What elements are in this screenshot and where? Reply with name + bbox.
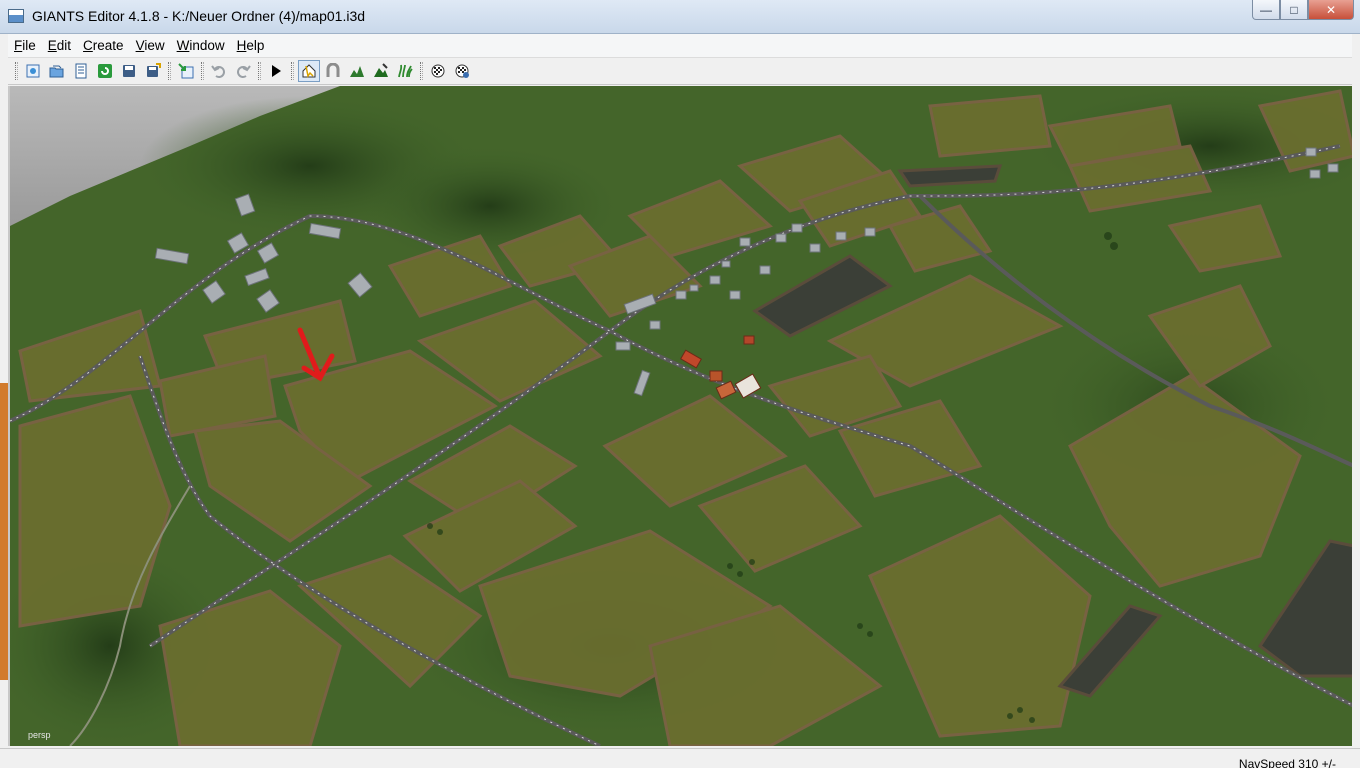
play-icon <box>272 65 281 77</box>
settings-button[interactable] <box>451 60 473 82</box>
menu-file[interactable]: File <box>8 34 42 58</box>
select-tool-icon <box>302 64 316 78</box>
menu-view[interactable]: View <box>130 34 171 58</box>
toolbar-grip[interactable] <box>258 62 261 80</box>
main-toolbar <box>8 58 1352 85</box>
new-scene-icon <box>26 64 40 78</box>
save-as-button[interactable] <box>142 60 164 82</box>
save-button[interactable] <box>118 60 140 82</box>
save-icon <box>123 65 135 77</box>
particle-button[interactable] <box>427 60 449 82</box>
play-button[interactable] <box>265 60 287 82</box>
undo-icon <box>211 65 225 78</box>
redo-button[interactable] <box>232 60 254 82</box>
move-tool-icon <box>326 63 340 77</box>
menu-edit[interactable]: Edit <box>42 34 77 58</box>
refresh-button[interactable] <box>94 60 116 82</box>
menu-create[interactable]: Create <box>77 34 130 58</box>
import-button[interactable] <box>175 60 197 82</box>
terrain-paint-button[interactable] <box>370 60 392 82</box>
menu-help[interactable]: Help <box>231 34 271 58</box>
open-list-icon <box>75 63 87 79</box>
toolbar-grip[interactable] <box>201 62 204 80</box>
app-icon <box>8 9 24 23</box>
status-bar: NavSpeed 310 +/- <box>0 748 1360 768</box>
menu-bar: File Edit Create View Window Help <box>8 34 1352 58</box>
select-tool-button[interactable] <box>298 60 320 82</box>
toolbar-grip[interactable] <box>168 62 171 80</box>
refresh-icon <box>98 64 112 78</box>
title-bar[interactable]: GIANTS Editor 4.1.8 - K:/Neuer Ordner (4… <box>0 0 1360 34</box>
maximize-button[interactable]: □ <box>1280 0 1308 20</box>
foliage-paint-icon <box>398 64 413 78</box>
open-button[interactable] <box>46 60 68 82</box>
new-scene-button[interactable] <box>22 60 44 82</box>
terrain-scene <box>10 86 1352 746</box>
window-controls: — □ ✕ <box>1252 0 1354 20</box>
toolbar-grip[interactable] <box>291 62 294 80</box>
terrain-sculpt-icon <box>350 66 364 77</box>
open-icon <box>49 65 64 78</box>
window-title: GIANTS Editor 4.1.8 - K:/Neuer Ordner (4… <box>32 8 366 24</box>
import-icon <box>178 63 194 79</box>
terrain-paint-icon <box>374 63 388 77</box>
toolbar-grip[interactable] <box>15 62 18 80</box>
open-list-button[interactable] <box>70 60 92 82</box>
settings-icon <box>455 64 469 78</box>
nav-speed-readout: NavSpeed 310 +/- <box>1238 757 1336 768</box>
undo-button[interactable] <box>208 60 230 82</box>
move-tool-button[interactable] <box>322 60 344 82</box>
particle-icon <box>431 64 445 78</box>
terrain-sculpt-button[interactable] <box>346 60 368 82</box>
3d-viewport[interactable]: persp <box>8 86 1352 746</box>
close-button[interactable]: ✕ <box>1308 0 1354 20</box>
toolbar-grip[interactable] <box>420 62 423 80</box>
foliage-paint-button[interactable] <box>394 60 416 82</box>
save-as-icon <box>147 63 161 77</box>
camera-label: persp <box>28 730 51 740</box>
redo-icon <box>237 65 251 78</box>
left-dock-edge <box>0 86 8 746</box>
menu-window[interactable]: Window <box>171 34 231 58</box>
minimize-button[interactable]: — <box>1252 0 1280 20</box>
